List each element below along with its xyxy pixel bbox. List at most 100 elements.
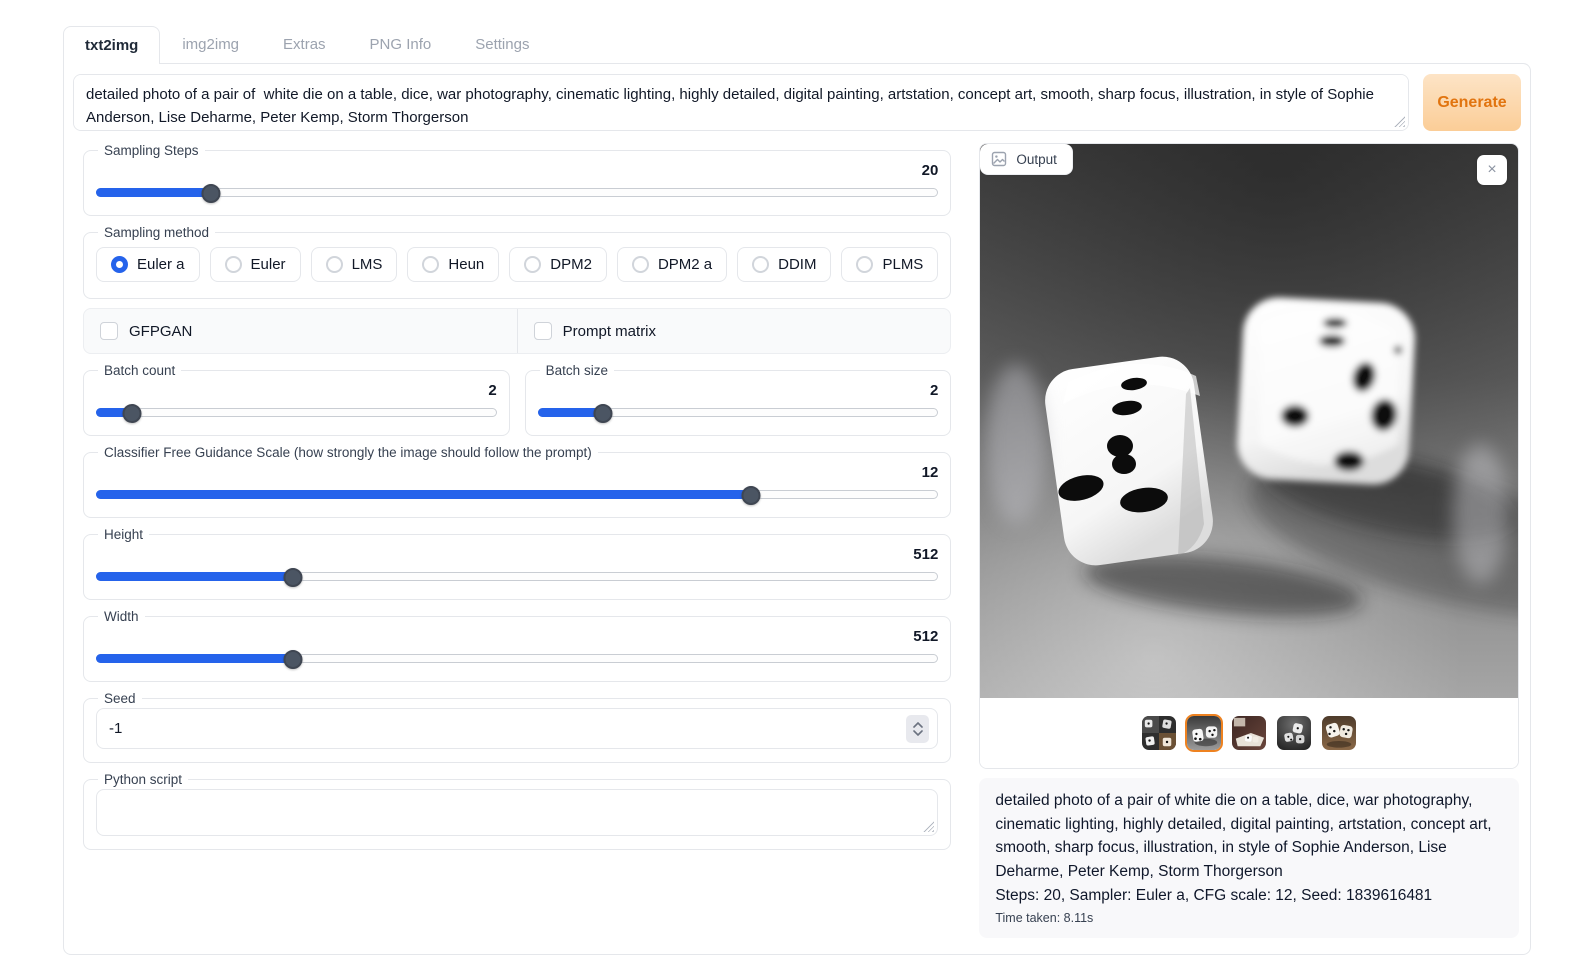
toggle-panel: GFPGAN Prompt matrix [83,308,951,354]
output-label-text: Output [1016,152,1057,167]
thumbnail-3[interactable] [1230,714,1268,752]
radio-euler[interactable]: Euler [210,247,301,282]
checkbox-box[interactable] [100,322,118,340]
cfg-scale-value: 12 [96,462,938,483]
sampling-steps-slider[interactable] [96,184,938,202]
prompt-matrix-checkbox[interactable]: Prompt matrix [517,309,951,353]
batch-count-group: Batch count 2 [83,363,510,436]
width-label: Width [98,609,145,624]
settings-column: Sampling Steps 20 Sampling method Euler … [83,143,951,938]
tab-txt2img[interactable]: txt2img [63,26,160,64]
batch-count-label: Batch count [98,363,181,378]
radio-label: PLMS [882,256,923,273]
radio-label: Heun [448,256,484,273]
cfg-scale-slider[interactable] [96,486,938,504]
seed-group: Seed [83,691,951,763]
slider-track[interactable] [96,408,497,417]
slider-thumb[interactable] [284,568,303,587]
prompt-row: detailed photo of a pair of white die on… [73,74,1521,131]
python-script-group: Python script [83,772,951,850]
sampling-method-group: Sampling method Euler a Euler LMS Heun D… [83,225,951,299]
radio-label: Euler a [137,256,185,273]
thumbnail-2-selected[interactable] [1185,714,1223,752]
radio-dot [422,256,439,273]
thumbnail-1[interactable] [1140,714,1178,752]
radio-lms[interactable]: LMS [311,247,398,282]
generation-prompt-text: detailed photo of a pair of white die on… [995,789,1503,884]
width-group: Width 512 [83,609,951,682]
tab-png-info[interactable]: PNG Info [348,25,454,63]
batch-size-label: Batch size [540,363,614,378]
close-icon[interactable]: × [1477,155,1507,185]
sampling-steps-value: 20 [96,160,938,181]
radio-dot-selected [111,256,128,273]
slider-track[interactable] [96,188,938,197]
generate-button[interactable]: Generate [1423,74,1521,131]
radio-dot [225,256,242,273]
batch-size-value: 2 [538,380,939,401]
generation-info: detailed photo of a pair of white die on… [979,778,1519,938]
cfg-scale-group: Classifier Free Guidance Scale (how stro… [83,445,951,518]
slider-thumb[interactable] [593,404,612,423]
stage-smudge [986,364,1046,524]
radio-dpm2[interactable]: DPM2 [509,247,607,282]
seed-input[interactable] [96,708,938,749]
width-slider[interactable] [96,650,938,668]
width-value: 512 [96,626,938,647]
stepper-icon[interactable] [906,715,929,743]
slider-thumb[interactable] [742,486,761,505]
radio-plms[interactable]: PLMS [841,247,938,282]
slider-thumb[interactable] [284,650,303,669]
tab-img2img[interactable]: img2img [160,25,261,63]
radio-label: DPM2 a [658,256,712,273]
sampling-steps-label: Sampling Steps [98,143,205,158]
seed-label: Seed [98,691,142,706]
python-script-input[interactable] [96,789,938,836]
thumbnail-5[interactable] [1320,714,1358,752]
radio-label: Euler [251,256,286,273]
output-gallery: Output × [979,143,1519,769]
radio-label: DPM2 [550,256,592,273]
generation-time-text: Time taken: 8.11s [995,911,1503,925]
sampling-method-label: Sampling method [98,225,215,240]
height-value: 512 [96,544,938,565]
generated-image[interactable] [980,144,1518,700]
python-script-label: Python script [98,772,188,787]
gfpgan-checkbox[interactable]: GFPGAN [84,309,517,353]
batch-size-slider[interactable] [538,404,939,422]
radio-euler-a[interactable]: Euler a [96,247,200,282]
prompt-input[interactable]: detailed photo of a pair of white die on… [73,74,1409,131]
batch-count-slider[interactable] [96,404,497,422]
radio-label: DDIM [778,256,816,273]
slider-fill [96,654,293,663]
height-label: Height [98,527,149,542]
radio-dot [856,256,873,273]
txt2img-panel: detailed photo of a pair of white die on… [63,63,1531,955]
cfg-scale-label: Classifier Free Guidance Scale (how stro… [98,445,598,460]
slider-fill [96,572,293,581]
tab-settings[interactable]: Settings [453,25,551,63]
txt2img-app: txt2img img2img Extras PNG Info Settings… [63,25,1531,955]
generation-params-text: Steps: 20, Sampler: Euler a, CFG scale: … [995,884,1503,908]
radio-dot [326,256,343,273]
thumbnail-4[interactable] [1275,714,1313,752]
tab-extras[interactable]: Extras [261,25,348,63]
output-column: Output × [979,143,1519,938]
radio-ddim[interactable]: DDIM [737,247,831,282]
slider-fill [96,188,211,197]
radio-dpm2-a[interactable]: DPM2 a [617,247,727,282]
slider-fill [96,490,751,499]
radio-heun[interactable]: Heun [407,247,499,282]
sampling-steps-group: Sampling Steps 20 [83,143,951,216]
checkbox-box[interactable] [534,322,552,340]
batch-count-value: 2 [96,380,497,401]
image-icon [991,151,1007,167]
sampling-method-options: Euler a Euler LMS Heun DPM2 DPM2 a DDIM … [96,242,938,285]
slider-thumb[interactable] [201,184,220,203]
height-group: Height 512 [83,527,951,600]
output-panel-label: Output [980,144,1073,175]
tab-bar: txt2img img2img Extras PNG Info Settings [63,25,1531,63]
height-slider[interactable] [96,568,938,586]
radio-label: LMS [352,256,383,273]
slider-thumb[interactable] [123,404,142,423]
